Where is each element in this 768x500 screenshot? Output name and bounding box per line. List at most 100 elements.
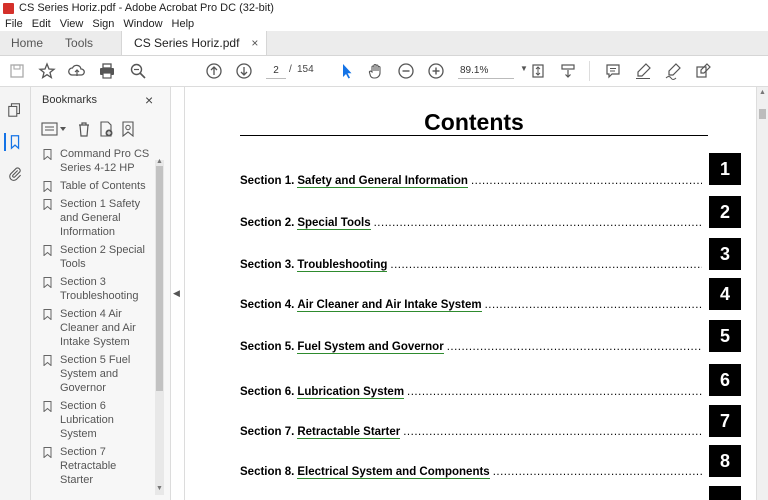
delete-bookmark-icon[interactable] [76, 121, 92, 140]
next-page-icon[interactable] [235, 62, 253, 80]
zoom-level-input[interactable] [458, 62, 514, 79]
toc-section-label: Section 8. [240, 466, 295, 478]
toc-entry[interactable]: Section 2. Special Tools ...............… [240, 217, 702, 230]
bookmark-flag-icon [43, 401, 52, 412]
bookmarks-list: Command Pro CS Series 4-12 HP Table of C… [43, 147, 155, 497]
doc-scroll-up-arrow-icon[interactable]: ▲ [759, 89, 766, 96]
bookmark-flag-icon [43, 355, 52, 366]
acrobat-app-icon [3, 2, 14, 14]
new-bookmark-icon[interactable] [98, 121, 114, 140]
title-bar: CS Series Horiz.pdf - Adobe Acrobat Pro … [0, 0, 768, 16]
scroll-down-arrow-icon[interactable]: ▼ [156, 485, 163, 492]
print-icon[interactable] [98, 62, 116, 80]
scroll-mode-icon[interactable] [559, 62, 577, 80]
toc-section-label: Section 1. [240, 175, 295, 187]
toc-leader: ........................................… [403, 426, 702, 438]
toc-link[interactable]: Air Cleaner and Air Intake System [297, 299, 482, 312]
document-scroll-thumb[interactable] [759, 109, 766, 119]
search-icon[interactable] [129, 62, 147, 80]
menu-view[interactable]: View [60, 18, 84, 30]
document-scrollbar[interactable]: ▲ [756, 87, 768, 500]
save-icon[interactable] [8, 62, 26, 80]
zoom-out-icon[interactable] [397, 62, 415, 80]
bookmark-label: Section 4 Air Cleaner and Air Intake Sys… [60, 308, 136, 348]
bookmark-item[interactable]: Section 7 Retractable Starter [43, 445, 155, 487]
toc-section-label: Section 6. [240, 386, 295, 398]
menu-window[interactable]: Window [123, 18, 162, 30]
tab-close-icon[interactable]: × [251, 36, 258, 50]
bookmark-item[interactable]: Section 6 Lubrication System [43, 399, 155, 441]
close-icon[interactable]: × [145, 92, 153, 108]
section-number-tab: 6 [709, 364, 741, 396]
highlight-pen-icon[interactable] [634, 62, 652, 80]
bookmark-flag-icon [43, 199, 52, 210]
collapse-panel-icon[interactable]: ◀ [173, 288, 180, 299]
toc-entry[interactable]: Section 5. Fuel System and Governor ....… [240, 341, 702, 354]
bookmark-flag-icon [43, 447, 52, 458]
previous-page-icon[interactable] [205, 62, 223, 80]
hand-tool-icon[interactable] [367, 62, 385, 80]
menu-file[interactable]: File [5, 18, 23, 30]
bookmark-item[interactable]: Section 4 Air Cleaner and Air Intake Sys… [43, 307, 155, 349]
toc-section-label: Section 4. [240, 299, 295, 311]
tab-home[interactable]: Home [0, 31, 54, 55]
select-cursor-icon[interactable] [338, 62, 356, 80]
toc-link[interactable]: Safety and General Information [297, 175, 468, 188]
bookmark-item[interactable]: Section 3 Troubleshooting [43, 275, 155, 303]
cloud-upload-icon[interactable] [68, 62, 86, 80]
toc-link[interactable]: Troubleshooting [297, 259, 388, 272]
section-number-tab-partial [709, 486, 741, 500]
toc-link[interactable]: Lubrication System [297, 386, 405, 399]
bookmark-item[interactable]: Section 2 Special Tools [43, 243, 155, 271]
fit-page-icon[interactable] [529, 62, 547, 80]
document-heading: Contents [424, 109, 524, 135]
toc-link[interactable]: Retractable Starter [297, 426, 401, 439]
toc-link[interactable]: Special Tools [297, 217, 371, 230]
toc-leader: ........................................… [390, 259, 702, 271]
sign-icon[interactable] [664, 62, 682, 80]
toc-section-label: Section 3. [240, 259, 295, 271]
toc-entry[interactable]: Section 6. Lubrication System ..........… [240, 386, 702, 399]
bookmarks-header: Bookmarks [42, 94, 98, 106]
toc-entry[interactable]: Section 8. Electrical System and Compone… [240, 466, 702, 479]
star-icon[interactable] [38, 62, 56, 80]
tab-tools[interactable]: Tools [54, 31, 104, 55]
bookmark-flag-icon [43, 181, 52, 192]
toc-entry[interactable]: Section 3. Troubleshooting .............… [240, 259, 702, 272]
comment-icon[interactable] [604, 62, 622, 80]
toc-entry[interactable]: Section 1. Safety and General Informatio… [240, 175, 702, 188]
menu-edit[interactable]: Edit [32, 18, 51, 30]
toc-leader: ........................................… [407, 386, 702, 398]
toc-entry[interactable]: Section 4. Air Cleaner and Air Intake Sy… [240, 299, 702, 312]
menu-help[interactable]: Help [172, 18, 195, 30]
scroll-up-arrow-icon[interactable]: ▲ [156, 158, 163, 165]
toc-section-label: Section 7. [240, 426, 295, 438]
bookmarks-scrollbar[interactable]: ▲ ▼ [155, 158, 164, 495]
toc-section-label: Section 2. [240, 217, 295, 229]
tab-document-label: CS Series Horiz.pdf [134, 36, 240, 50]
toc-link[interactable]: Fuel System and Governor [297, 341, 444, 354]
bookmarks-toolbar [41, 121, 161, 141]
menu-sign[interactable]: Sign [92, 18, 114, 30]
bookmark-item[interactable]: Section 5 Fuel System and Governor [43, 353, 155, 395]
page-number-input[interactable] [266, 62, 286, 79]
find-bookmark-icon[interactable] [120, 121, 136, 140]
zoom-in-icon[interactable] [427, 62, 445, 80]
tab-document[interactable]: CS Series Horiz.pdf × [121, 31, 268, 55]
bookmark-flag-icon [43, 149, 52, 160]
fill-and-sign-icon[interactable] [694, 62, 712, 80]
bookmark-item[interactable]: Table of Contents [43, 179, 155, 193]
bookmark-options-icon[interactable] [41, 121, 67, 140]
toc-entry[interactable]: Section 7. Retractable Starter .........… [240, 426, 702, 439]
bookmarks-panel-icon[interactable] [4, 133, 24, 151]
attachments-icon[interactable] [6, 165, 24, 183]
bookmark-item[interactable]: Command Pro CS Series 4-12 HP [43, 147, 155, 175]
section-number-tab: 1 [709, 153, 741, 185]
toc-link[interactable]: Electrical System and Components [297, 466, 490, 479]
section-number-tab: 2 [709, 196, 741, 228]
zoom-dropdown-icon[interactable]: ▼ [520, 64, 528, 73]
bookmarks-scroll-thumb[interactable] [156, 166, 163, 391]
page-thumbnails-icon[interactable] [6, 101, 24, 119]
bookmark-label: Section 2 Special Tools [60, 244, 145, 270]
bookmark-item[interactable]: Section 1 Safety and General Information [43, 197, 155, 239]
